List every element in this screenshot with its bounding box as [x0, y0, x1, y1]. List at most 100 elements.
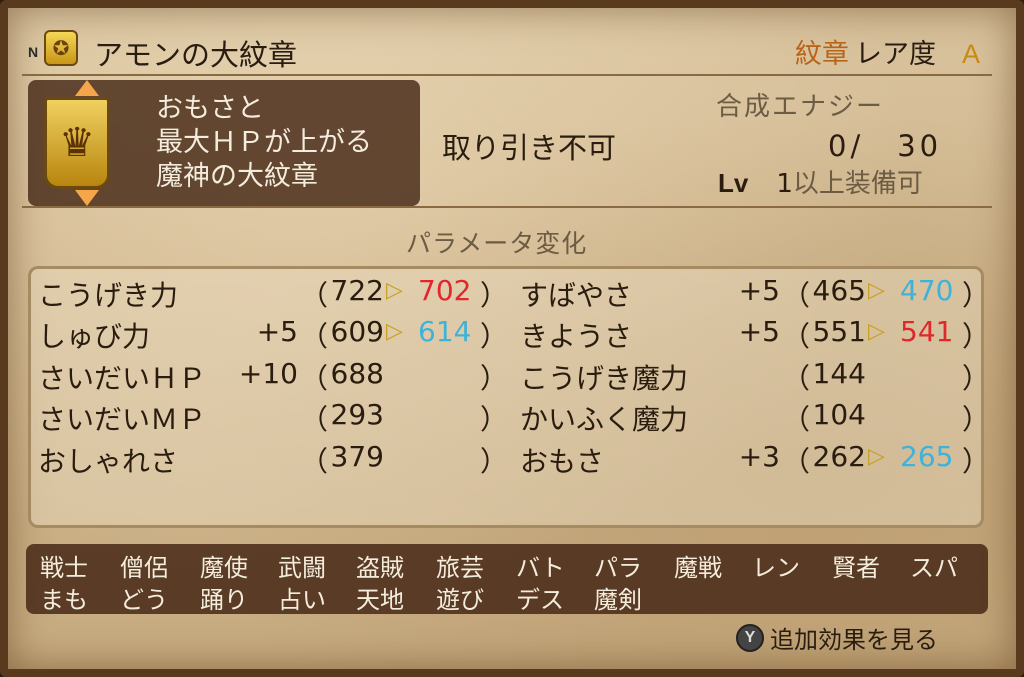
arrow-right-icon: ▷ [868, 319, 885, 344]
level-label: Lv [718, 168, 749, 198]
close-paren: ） [962, 445, 991, 478]
stat-name: すばやさ [520, 279, 633, 312]
open-paren: （ [782, 320, 811, 353]
arrow-right-icon: ▷ [386, 278, 403, 303]
open-paren: （ [300, 445, 329, 478]
open-paren: （ [300, 362, 329, 395]
close-paren: ） [480, 362, 509, 395]
stat-bonus: +10 [238, 357, 298, 390]
stat-new-value: 265 [900, 440, 954, 473]
open-paren: （ [782, 362, 811, 395]
level-suffix: 以上装備可 [792, 169, 923, 199]
job-label: 占い [278, 586, 326, 614]
job-label: パラ [594, 554, 642, 582]
item-description: おもさと 最大ＨＰが上がる 魔神の大紋章 [156, 92, 372, 194]
stat-name: かいふく魔力 [520, 403, 689, 436]
stat-name: きようさ [520, 320, 633, 353]
emblem-shield-icon: ♛ [44, 97, 110, 189]
description-line: 魔神の大紋章 [156, 161, 318, 192]
emblem-category-icon: ✪ [44, 30, 78, 66]
parameter-change-title: パラメータ変化 [406, 229, 588, 258]
job-label: 戦士 [40, 554, 88, 582]
job-label: レン [752, 554, 800, 582]
job-label: スパ [910, 554, 958, 582]
synthesis-energy-value: 0/ 30 [828, 129, 943, 163]
stat-old-value: 609 [330, 315, 384, 348]
close-paren: ） [962, 279, 991, 312]
stat-old-value: 688 [330, 357, 384, 390]
level-value: 1 [776, 169, 793, 199]
job-label: デス [516, 586, 564, 614]
stat-new-value: 702 [418, 274, 472, 307]
close-paren: ） [962, 320, 991, 353]
show-extra-effects-button[interactable]: Y 追加効果を見る [736, 620, 938, 655]
stat-bonus: +5 [738, 315, 780, 348]
open-paren: （ [782, 403, 811, 436]
stat-old-value: 104 [812, 398, 866, 431]
stat-name: おもさ [520, 445, 605, 478]
stat-new-value: 541 [900, 315, 954, 348]
job-label: まも [40, 586, 88, 614]
job-label: どう [120, 586, 168, 614]
previous-item-arrow-icon[interactable] [75, 80, 99, 96]
stat-name: さいだいＭＰ [38, 403, 207, 436]
description-line: 最大ＨＰが上がる [156, 127, 372, 158]
description-line: おもさと [156, 93, 264, 124]
stat-new-value: 614 [418, 315, 472, 348]
job-label: 魔使 [200, 554, 248, 582]
section-divider [22, 206, 992, 208]
rank-letter: N [28, 44, 39, 60]
stat-row: かいふく魔力 （104 ） [510, 398, 990, 438]
stat-row: こうげき力 （722 ） ▷ 702 [28, 274, 508, 314]
stat-row: おしゃれさ （379 ） [28, 440, 508, 480]
stat-name: こうげき魔力 [520, 362, 689, 395]
stat-row: さいだいＭＰ （293 ） [28, 398, 508, 438]
y-button-icon: Y [736, 623, 764, 652]
stat-old-value: 262 [812, 440, 866, 473]
job-label: 踊り [200, 586, 248, 614]
stat-name: さいだいＨＰ [38, 362, 207, 395]
stat-row: おもさ +3 （262 ） ▷ 265 [510, 440, 990, 480]
stat-name: こうげき力 [38, 279, 179, 312]
job-label: 僧侶 [120, 554, 168, 582]
close-paren: ） [480, 403, 509, 436]
stat-old-value: 551 [812, 315, 866, 348]
show-extra-effects-label: 追加効果を見る [770, 626, 938, 654]
stat-row: きようさ +5 （551 ） ▷ 541 [510, 315, 990, 355]
open-paren: （ [300, 403, 329, 436]
close-paren: ） [962, 362, 991, 395]
next-item-arrow-icon[interactable] [75, 190, 99, 206]
open-paren: （ [782, 445, 811, 478]
rarity-label: レア度 [854, 39, 936, 70]
open-paren: （ [782, 279, 811, 312]
stat-name: おしゃれさ [38, 445, 179, 478]
synthesis-energy-label: 合成エナジー [716, 92, 885, 122]
close-paren: ） [480, 445, 509, 478]
level-requirement: Lv 1以上装備可 [718, 163, 923, 200]
stat-old-value: 379 [330, 440, 384, 473]
stat-row: さいだいＨＰ +10 （688 ） [28, 357, 508, 397]
job-label: 盗賊 [356, 554, 404, 582]
job-label: 魔剣 [594, 586, 642, 614]
rarity-grade: A [961, 39, 980, 69]
trade-status: 取り引き不可 [442, 131, 617, 165]
stat-old-value: 293 [330, 398, 384, 431]
close-paren: ） [480, 320, 509, 353]
arrow-right-icon: ▷ [386, 319, 403, 344]
arrow-right-icon: ▷ [868, 444, 885, 469]
stat-row: すばやさ +5 （465 ） ▷ 470 [510, 274, 990, 314]
job-label: 武闘 [278, 554, 326, 582]
item-category: 紋章 [794, 39, 849, 70]
stat-old-value: 722 [330, 274, 384, 307]
stat-bonus: +5 [256, 315, 298, 348]
job-label: バト [516, 554, 565, 582]
stat-old-value: 465 [812, 274, 866, 307]
arrow-right-icon: ▷ [868, 278, 885, 303]
job-label: 旅芸 [436, 554, 484, 582]
item-info-box: ♛ おもさと 最大ＨＰが上がる 魔神の大紋章 [28, 80, 420, 206]
item-header: N ✪ アモンの大紋章 紋章 レア度 A [22, 30, 992, 76]
job-label: 魔戦 [674, 554, 722, 582]
job-label: 賢者 [832, 554, 880, 582]
open-paren: （ [300, 320, 329, 353]
open-paren: （ [300, 279, 329, 312]
